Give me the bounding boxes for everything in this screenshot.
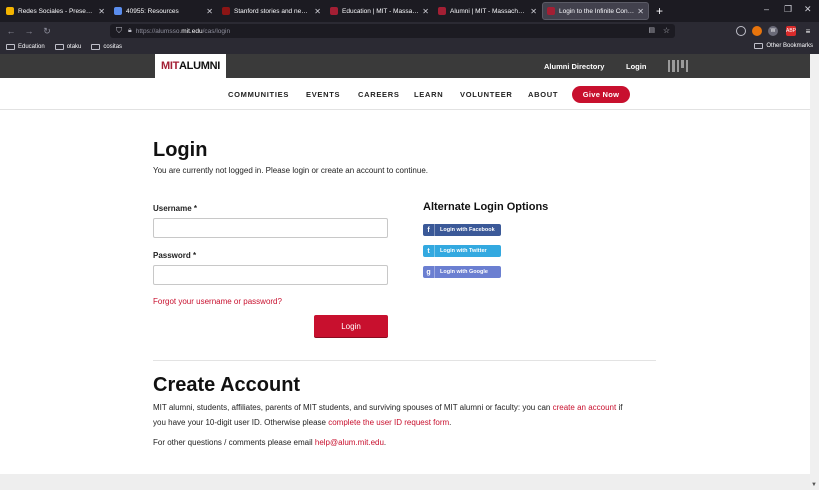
browser-tab[interactable]: Redes Sociales - Presentacion...✕ (2, 2, 109, 20)
forgot-credentials-link[interactable]: Forgot your username or password? (153, 297, 282, 306)
tab-title: Redes Sociales - Presentacion... (18, 7, 95, 15)
create-account-title: Create Account (153, 374, 301, 396)
browser-tab[interactable]: Education | MIT - Massachusett...✕ (326, 2, 433, 20)
login-with-facebook-button[interactable]: f Login with Facebook (423, 224, 501, 236)
alternate-login-title: Alternate Login Options (423, 201, 549, 213)
browser-tab-bar: Redes Sociales - Presentacion...✕40955: … (0, 0, 819, 22)
nav-careers[interactable]: CAREERS (358, 90, 400, 99)
create-account-text-line2: you have your 10-digit user ID. Otherwis… (153, 418, 452, 427)
back-icon[interactable]: ← (4, 26, 18, 36)
forward-icon[interactable]: → (22, 26, 36, 36)
extension-w-icon[interactable]: W (768, 26, 778, 36)
close-tab-icon[interactable]: ✕ (98, 7, 105, 16)
nav-events[interactable]: EVENTS (306, 90, 340, 99)
login-with-google-button[interactable]: g Login with Google (423, 266, 501, 278)
alumni-directory-link[interactable]: Alumni Directory (544, 62, 604, 71)
login-title: Login (153, 139, 208, 161)
close-tab-icon[interactable]: ✕ (637, 7, 644, 16)
facebook-icon: f (423, 224, 435, 236)
nav-learn[interactable]: LEARN (414, 90, 443, 99)
folder-icon (54, 44, 64, 50)
main-navigation: COMMUNITIES EVENTS CAREERS LEARN VOLUNTE… (0, 78, 810, 110)
bookmark-folder-otaku[interactable]: otaku (54, 44, 81, 50)
minimize-icon[interactable]: – (764, 4, 769, 14)
tab-title: Alumni | MIT - Massachusetts In... (450, 7, 527, 15)
login-link[interactable]: Login (626, 62, 646, 71)
username-input[interactable] (153, 218, 388, 238)
mit-logo-icon[interactable] (668, 60, 689, 72)
login-subtitle: You are currently not logged in. Please … (153, 166, 428, 175)
nav-volunteer[interactable]: VOLUNTEER (460, 90, 513, 99)
close-tab-icon[interactable]: ✕ (314, 7, 321, 16)
bookmark-folder-cositas[interactable]: cositas (91, 44, 122, 50)
favicon-icon (330, 7, 338, 15)
give-now-button[interactable]: Give Now (572, 86, 630, 103)
tab-title: Stanford stories and news | Sta... (234, 7, 311, 15)
social-login-label: Login with Google (440, 269, 488, 275)
new-tab-button[interactable]: + (656, 4, 663, 18)
social-login-label: Login with Facebook (440, 227, 495, 233)
nav-about[interactable]: ABOUT (528, 90, 558, 99)
bookmarks-bar: Education otaku cositas Other Bookmarks (0, 40, 819, 54)
reader-view-icon[interactable]: ▤ (648, 26, 655, 34)
browser-tab[interactable]: Stanford stories and news | Sta...✕ (218, 2, 325, 20)
tab-title: Education | MIT - Massachusett... (342, 7, 420, 15)
favicon-icon (6, 7, 14, 15)
lock-icon[interactable]: 🔒︎ (128, 27, 132, 35)
login-button[interactable]: Login (314, 315, 388, 337)
close-tab-icon[interactable]: ✕ (206, 7, 213, 16)
bookmark-star-icon[interactable]: ☆ (663, 26, 670, 35)
section-divider (153, 360, 656, 361)
twitter-icon: t (423, 245, 435, 257)
adblock-icon[interactable]: ABP (786, 26, 796, 36)
page-scrollbar[interactable]: ▼ (810, 54, 819, 490)
password-label: Password * (153, 251, 197, 260)
tab-title: 40955: Resources (126, 7, 179, 15)
favicon-icon (222, 7, 230, 15)
browser-tab[interactable]: Alumni | MIT - Massachusetts In...✕ (434, 2, 541, 20)
favicon-icon (547, 7, 555, 15)
folder-icon (91, 44, 101, 50)
google-icon: g (423, 266, 435, 278)
main-content: Login You are currently not logged in. P… (0, 110, 810, 474)
social-login-label: Login with Twitter (440, 248, 487, 254)
other-bookmarks[interactable]: Other Bookmarks (754, 43, 813, 49)
user-id-request-link[interactable]: complete the user ID request form (328, 418, 449, 427)
web-page: MIT ALUMNI Alumni Directory Login COMMUNI… (0, 54, 810, 490)
url-text: https://alumsso.mit.edu/cas/login (135, 27, 231, 35)
folder-icon (754, 43, 764, 49)
browser-tab[interactable]: 40955: Resources ✕ (110, 2, 217, 20)
address-bar[interactable]: ⛉ 🔒︎ https://alumsso.mit.edu/cas/login ▤… (110, 24, 675, 38)
restore-icon[interactable]: ❐ (784, 4, 792, 15)
bookmark-folder-education[interactable]: Education (6, 44, 45, 50)
tracking-shield-icon[interactable]: ⛉ (116, 26, 122, 36)
password-input[interactable] (153, 265, 388, 285)
favicon-icon (438, 7, 446, 15)
close-tab-icon[interactable]: ✕ (422, 7, 429, 16)
login-with-twitter-button[interactable]: t Login with Twitter (423, 245, 501, 257)
scroll-down-icon[interactable]: ▼ (811, 482, 817, 488)
help-email-link[interactable]: help@alum.mit.edu (315, 438, 384, 447)
browser-nav-bar: ← → ↻ ⛉ 🔒︎ https://alumsso.mit.edu/cas/l… (0, 22, 819, 40)
nav-communities[interactable]: COMMUNITIES (228, 90, 289, 99)
create-account-link[interactable]: create an account (553, 403, 617, 412)
favicon-icon (114, 7, 122, 15)
footer-strip (0, 474, 810, 490)
contact-text: For other questions / comments please em… (153, 438, 387, 447)
username-label: Username * (153, 204, 198, 213)
reload-icon[interactable]: ↻ (40, 26, 54, 37)
close-tab-icon[interactable]: ✕ (530, 7, 537, 16)
browser-tab[interactable]: Login to the Infinite Connection✕ (542, 2, 649, 20)
close-window-icon[interactable]: ✕ (804, 4, 812, 15)
tab-title: Login to the Infinite Connection (559, 7, 635, 15)
site-header: MIT ALUMNI Alumni Directory Login (0, 54, 810, 78)
mit-alumni-logo[interactable]: MIT ALUMNI (155, 54, 226, 78)
menu-icon[interactable]: ≡ (803, 26, 813, 36)
pocket-icon[interactable] (736, 26, 746, 36)
create-account-text-line1: MIT alumni, students, affiliates, parent… (153, 403, 623, 412)
folder-icon (6, 44, 15, 50)
extension-orange-icon[interactable] (752, 26, 762, 36)
